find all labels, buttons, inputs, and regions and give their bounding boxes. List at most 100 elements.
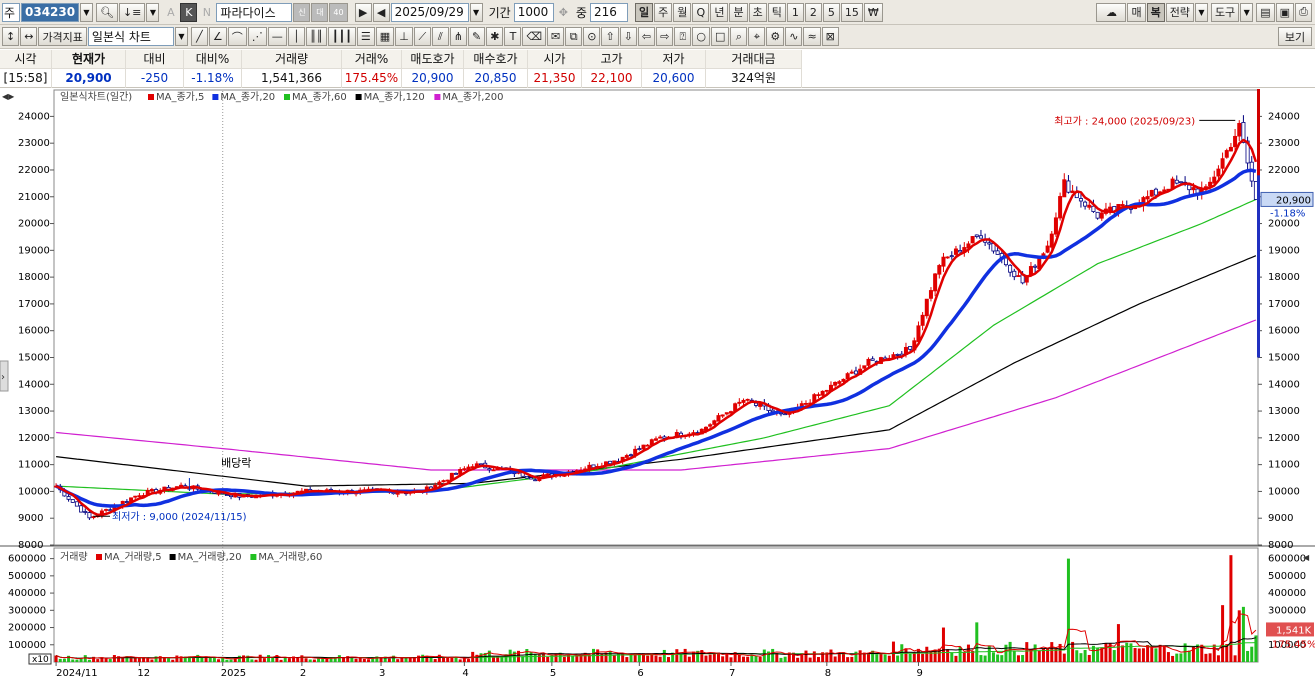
price-tick-label-right: 16000 [1268, 326, 1300, 337]
arrow-both-button[interactable]: ↔ [20, 27, 38, 46]
volume-bar [262, 658, 266, 662]
last-volume-pct-label: 175.45% [1272, 639, 1315, 650]
text-tool[interactable]: T [504, 27, 522, 46]
eraser-tool[interactable]: ⌫ [522, 27, 547, 46]
magic-tool[interactable]: ✱ [486, 27, 504, 46]
play-forward-button[interactable]: ▶ [354, 2, 372, 22]
volume-tick-label-left: 300000 [8, 605, 46, 616]
interval-year[interactable]: 년 [710, 2, 729, 22]
candle-body [1012, 270, 1017, 278]
left-arrow-tool[interactable]: ⇦ [637, 27, 656, 46]
volume-bar [300, 655, 304, 662]
sort-button[interactable]: ↓≡ [118, 2, 146, 22]
cloud-button[interactable]: ☁ [1096, 2, 1127, 22]
select-tool[interactable]: ⊙ [583, 27, 601, 46]
market-select[interactable]: 주 [2, 2, 20, 22]
angle-tool[interactable]: ∠ [208, 27, 227, 46]
interval-5[interactable]: 5 [822, 2, 840, 22]
a-button[interactable]: A [162, 3, 179, 22]
search-button[interactable]: 🔍︎ [96, 2, 118, 22]
copy-tool[interactable]: ⧉ [565, 27, 583, 46]
single-button[interactable]: 매 [1127, 2, 1146, 22]
interval-quarter[interactable]: Q [692, 2, 710, 22]
price-tick-label-left: 9000 [18, 513, 43, 524]
volume-bar [267, 655, 271, 662]
cycle-tool[interactable]: ║║ [305, 27, 328, 46]
interval-1[interactable]: 1 [786, 2, 804, 22]
period-input[interactable]: 1000 [513, 2, 554, 22]
candle-body [1174, 179, 1179, 184]
save-button[interactable]: ▣ [1275, 2, 1294, 22]
count-input[interactable]: 216 [589, 2, 628, 22]
wave-tool[interactable]: ∿ [785, 27, 803, 46]
move-icon[interactable]: ✥ [555, 3, 572, 22]
label-tool[interactable]: ⍰ [674, 27, 692, 46]
open-button[interactable]: ▤ [1256, 2, 1275, 22]
date-input[interactable]: 2025/09/29 [390, 2, 469, 22]
n-button[interactable]: N [198, 3, 215, 22]
up-arrow-tool[interactable]: ⇧ [601, 27, 619, 46]
candle-body [783, 413, 788, 416]
volume-bar [1075, 650, 1079, 662]
rectangle-icon: □ [714, 30, 726, 43]
multi-button[interactable]: 복 [1146, 2, 1165, 22]
rect-tool[interactable]: □ [710, 27, 730, 46]
interval-month[interactable]: 월 [673, 2, 692, 22]
price-indicator-button[interactable]: 가격지표 [38, 27, 87, 46]
grid-tool[interactable]: ▦ [375, 27, 395, 46]
gann-tool[interactable]: ⊥ [395, 27, 413, 46]
view-button[interactable]: 보기 [1278, 27, 1312, 46]
print-button[interactable]: ⎙ [1295, 2, 1312, 22]
arrow-updown-icon: ↕ [6, 30, 16, 43]
interval-15[interactable]: 15 [840, 2, 863, 22]
fan-tool[interactable]: ⋰ [247, 27, 267, 46]
tools-dropdown[interactable]: ▼ [1240, 2, 1254, 22]
pencil-tool[interactable]: ✎ [468, 27, 486, 46]
stock-code-input[interactable]: 034230 [21, 2, 79, 22]
volume-bar [1158, 644, 1162, 662]
arc-tool[interactable]: ⌒ [227, 27, 247, 46]
arrow-up-down-button[interactable]: ↕ [2, 27, 20, 46]
circle-tool[interactable]: ○ [692, 27, 710, 46]
strategy-dropdown[interactable]: ▼ [1194, 2, 1208, 22]
label-icon: ⍰ [679, 29, 687, 43]
zoom-tool[interactable]: ⌕ [730, 27, 748, 46]
interval-day[interactable]: 일 [634, 2, 654, 22]
strategy-button[interactable]: 전략 [1165, 2, 1194, 22]
date-dropdown[interactable]: ▼ [469, 2, 483, 22]
k-button[interactable]: K [180, 2, 198, 22]
volume-bar [129, 658, 133, 662]
down-arrow-tool[interactable]: ⇩ [619, 27, 637, 46]
play-back-button[interactable]: ◀ [372, 2, 390, 22]
price-chart[interactable]: 24000 24000 23000 23000 22000 22000 21000 2 1000… [0, 89, 1315, 684]
sort-dropdown[interactable]: ▼ [146, 2, 160, 22]
stock-name-input[interactable]: 파라다이스 [216, 2, 293, 22]
vline-tool[interactable]: │ [287, 27, 305, 46]
candle-body [1108, 206, 1113, 211]
interval-minute[interactable]: 분 [729, 2, 748, 22]
hline-tool[interactable]: — [267, 27, 287, 46]
note-tool[interactable]: ✉ [547, 27, 565, 46]
drawing-toolbar: ↕ ↔ 가격지표 일본식 차트 ▼ ╱ ∠ ⌒ ⋰ — │ ║║ ┃┃┃ ☰ ▦… [0, 25, 1315, 49]
price-tick-label-right: 23000 [1268, 138, 1300, 149]
fibo-retrace-tool[interactable]: ☰ [356, 27, 375, 46]
chart-type-select[interactable]: 일본식 차트 [87, 27, 174, 46]
right-arrow-tool[interactable]: ⇨ [656, 27, 674, 46]
interval-tick[interactable]: 틱 [767, 2, 786, 22]
channel-tool[interactable]: ⫽ [431, 27, 449, 46]
code-dropdown[interactable]: ▼ [80, 2, 93, 22]
interval-week[interactable]: 주 [654, 2, 673, 22]
delete-tool[interactable]: ⊠ [821, 27, 839, 46]
line-tool[interactable]: ╱ [190, 27, 208, 46]
trend-tool[interactable]: ⟋ [413, 27, 431, 46]
interval-second[interactable]: 초 [748, 2, 767, 22]
fibo-time-tool[interactable]: ┃┃┃ [328, 27, 356, 46]
crosshair-tool[interactable]: ⌖ [748, 27, 766, 46]
interval-2[interactable]: 2 [804, 2, 822, 22]
wave-plus-tool[interactable]: ≈ [803, 27, 821, 46]
chart-type-dropdown[interactable]: ▼ [174, 27, 188, 46]
currency-button[interactable]: ₩ [863, 2, 883, 22]
settings-tool[interactable]: ⚙ [766, 27, 785, 46]
pitchfork-tool[interactable]: ⋔ [449, 27, 468, 46]
tools-button[interactable]: 도구 [1210, 2, 1240, 22]
